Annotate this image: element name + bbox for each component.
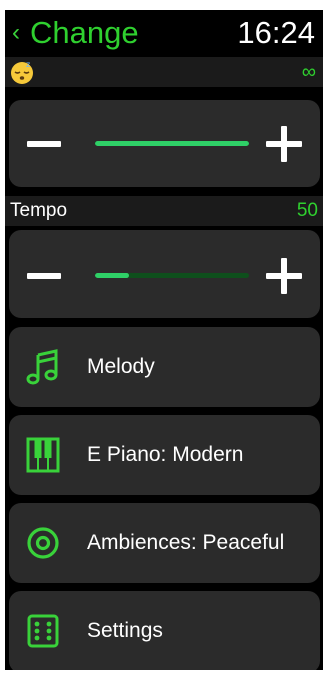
decrease-tempo-button[interactable] [27, 273, 61, 279]
menu-item-settings[interactable]: Settings [9, 591, 320, 670]
clock: 16:24 [237, 15, 315, 50]
tempo-row: Tempo 50 [5, 196, 323, 226]
header: ‹ Change 16:24 [5, 10, 323, 56]
increase-tempo-button-vertical[interactable] [281, 258, 287, 294]
back-chevron-icon[interactable]: ‹ [12, 16, 20, 50]
sleep-timer-value: ∞ [301, 61, 316, 83]
music-note-icon [26, 349, 58, 385]
menu-item-label: Settings [87, 619, 163, 642]
back-button[interactable]: Change [30, 14, 139, 52]
sleep-slider-fill [95, 141, 249, 146]
menu-item-ambiences[interactable]: Ambiences: Peaceful [9, 503, 320, 583]
decrease-sleep-button[interactable] [27, 141, 61, 147]
sleep-slider[interactable] [95, 141, 249, 146]
menu-item-label: Ambiences: Peaceful [87, 531, 285, 554]
sleep-slider-card [9, 100, 320, 187]
menu-item-label: E Piano: Modern [87, 443, 244, 466]
sleep-timer-row: z ∞ [5, 57, 323, 87]
menu-item-instrument[interactable]: E Piano: Modern [9, 415, 320, 495]
tempo-slider-card [9, 230, 320, 318]
tempo-label: Tempo [10, 200, 68, 221]
tempo-slider-fill [95, 273, 129, 278]
increase-sleep-button-vertical[interactable] [281, 126, 287, 162]
dice-icon [27, 614, 59, 648]
menu-item-label: Melody [87, 355, 155, 378]
sleeping-face-icon: z [11, 60, 33, 84]
target-circle-icon [27, 527, 59, 559]
piano-keys-icon [26, 437, 60, 473]
tempo-value: 50 [296, 200, 318, 221]
menu-item-melody[interactable]: Melody [9, 327, 320, 407]
watch-screen: ‹ Change 16:24 z ∞ Tempo 50 Melody E Pia… [5, 10, 323, 670]
svg-text:z: z [26, 60, 30, 69]
tempo-slider[interactable] [95, 273, 249, 278]
